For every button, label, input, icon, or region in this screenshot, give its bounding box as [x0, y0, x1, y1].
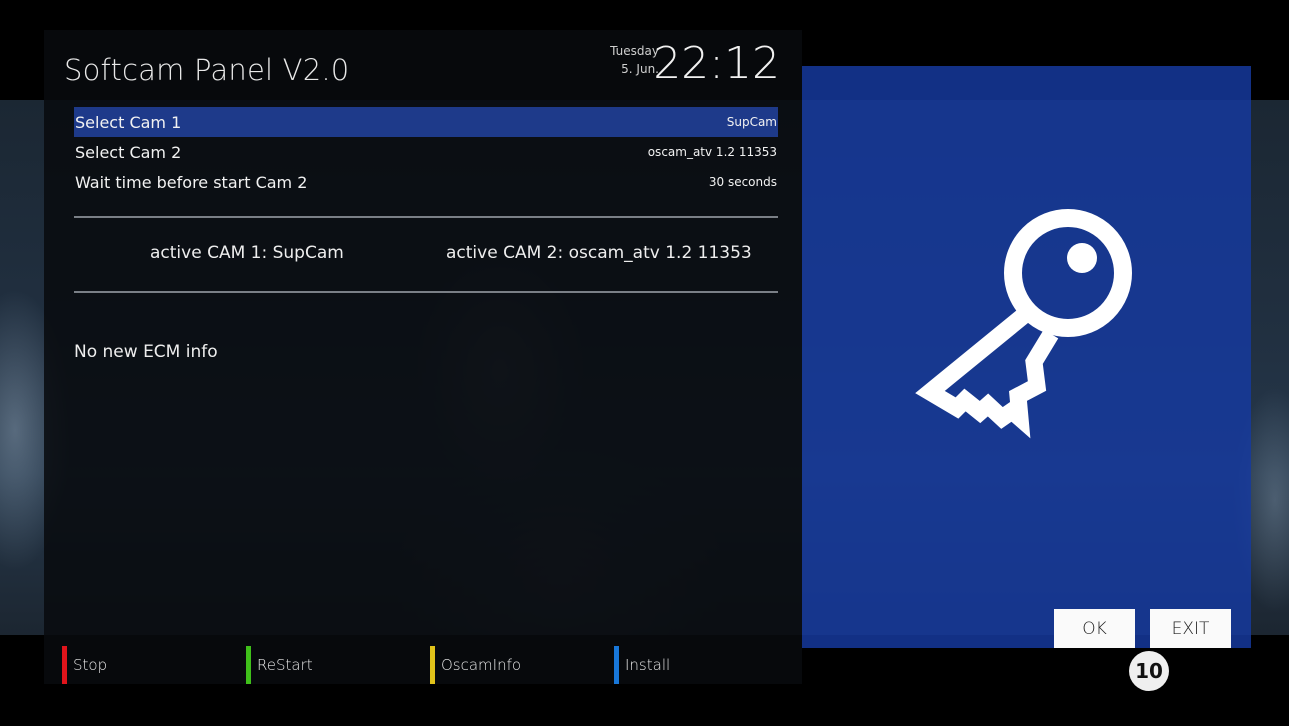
clock-date-label: 5. Jun. [621, 62, 659, 76]
number-badge: 10 [1129, 651, 1169, 691]
menu-item-select-cam-1[interactable]: Select Cam 1 SupCam [74, 107, 778, 137]
key-label-install: Install [625, 656, 671, 674]
exit-button[interactable]: EXIT [1150, 609, 1231, 648]
divider-bottom [74, 291, 778, 293]
green-key-restart[interactable]: ReStart [246, 646, 313, 684]
divider-top [74, 216, 778, 218]
page-title: Softcam Panel V2.0 [64, 53, 350, 87]
menu-item-label: Wait time before start Cam 2 [75, 172, 308, 192]
key-label-oscaminfo: OscamInfo [441, 656, 522, 674]
green-key-icon [246, 646, 251, 684]
menu-item-value: SupCam [726, 115, 777, 129]
menu-item-value: oscam_atv 1.2 11353 [647, 145, 777, 159]
side-info-panel [802, 66, 1251, 648]
active-cam-1-status: active CAM 1: SupCam [150, 243, 344, 263]
menu-item-wait-time[interactable]: Wait time before start Cam 2 30 seconds [74, 167, 778, 197]
settings-menu: Select Cam 1 SupCam Select Cam 2 oscam_a… [74, 107, 778, 197]
menu-item-select-cam-2[interactable]: Select Cam 2 oscam_atv 1.2 11353 [74, 137, 778, 167]
blue-key-icon [614, 646, 619, 684]
key-icon [915, 209, 1132, 439]
red-key-icon [62, 646, 67, 684]
key-label-stop: Stop [73, 656, 108, 674]
clock-day-label: Tuesday [610, 44, 659, 58]
menu-item-value: 30 seconds [708, 175, 777, 189]
red-key-stop[interactable]: Stop [62, 646, 107, 684]
yellow-key-icon [430, 646, 435, 684]
yellow-key-oscaminfo[interactable]: OscamInfo [430, 646, 521, 684]
key-label-restart: ReStart [257, 656, 313, 674]
softcam-panel: Softcam Panel V2.0 Tuesday 5. Jun. 22:12… [44, 30, 802, 684]
clock-time: 22:12 [653, 38, 780, 89]
ecm-info-text: No new ECM info [74, 342, 218, 362]
active-cam-2-status: active CAM 2: oscam_atv 1.2 11353 [446, 243, 752, 263]
clock-date: Tuesday 5. Jun. [610, 42, 659, 78]
menu-item-label: Select Cam 1 [75, 112, 182, 132]
blue-key-install[interactable]: Install [614, 646, 670, 684]
menu-item-label: Select Cam 2 [75, 142, 182, 162]
color-key-bar: Stop ReStart OscamInfo Install [44, 634, 802, 684]
ok-button[interactable]: OK [1054, 609, 1135, 648]
